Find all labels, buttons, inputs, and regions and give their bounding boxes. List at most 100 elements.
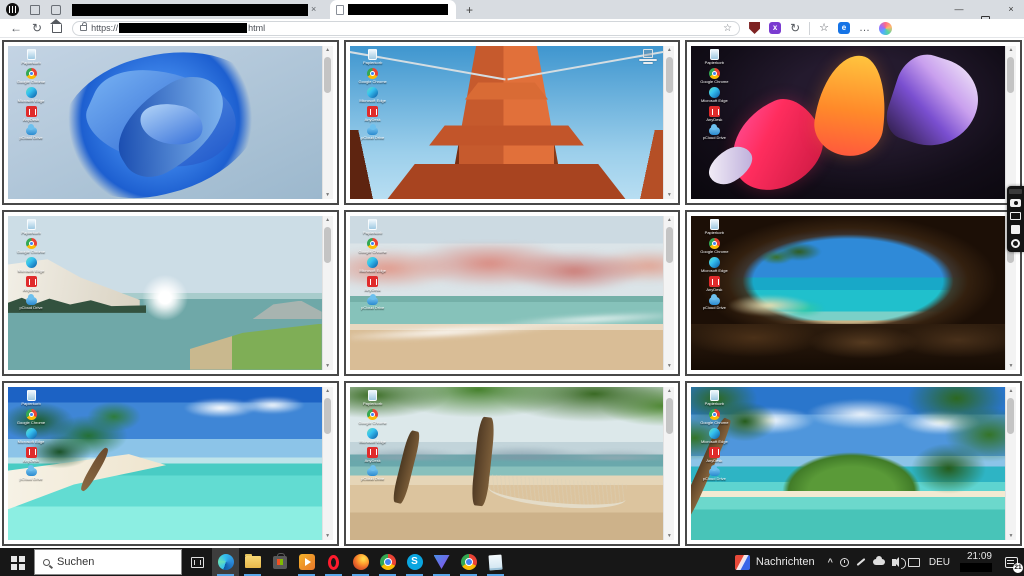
tab-actions-icon[interactable] [51, 5, 61, 15]
extension-icon[interactable]: x [769, 22, 781, 34]
desktop-icon-edge[interactable]: Microsoft Edge [12, 428, 50, 444]
taskbar-app-edge[interactable] [212, 548, 239, 576]
start-button[interactable] [0, 548, 34, 576]
desktop-icon-anydesk[interactable]: AnyDesk [12, 447, 50, 463]
volume-icon[interactable] [892, 559, 896, 566]
cell-scrollbar[interactable]: ▲▼ [322, 387, 333, 540]
scroll-up-icon[interactable]: ▲ [667, 216, 672, 224]
scrollbar-thumb[interactable] [324, 398, 331, 434]
home-button[interactable] [52, 24, 62, 33]
taskbar-app-microsoft-store[interactable] [266, 548, 293, 576]
scrollbar-thumb[interactable] [666, 227, 673, 263]
desktop-icon-chrome[interactable]: Google Chrome [354, 409, 392, 425]
desktop-icon-edge[interactable]: Microsoft Edge [695, 257, 733, 273]
scroll-down-icon[interactable]: ▼ [667, 532, 672, 540]
desktop-cell-mountain-lake-sunrise[interactable]: PapierkorbGoogle ChromeMicrosoft EdgeAny… [2, 210, 339, 375]
desktop-cell-hammock-palms-beach[interactable]: PapierkorbGoogle ChromeMicrosoft EdgeAny… [344, 381, 681, 546]
action-center-button[interactable]: 21 [998, 548, 1024, 576]
scrollbar-track[interactable] [323, 54, 333, 191]
scroll-down-icon[interactable]: ▼ [1009, 532, 1014, 540]
desktop-icon-pcloud[interactable]: pCloud Drive [12, 295, 50, 310]
desktop-cell-dark-abstract-ribbons[interactable]: PapierkorbGoogle ChromeMicrosoft EdgeAny… [685, 40, 1022, 205]
refresh-button[interactable]: ↻ [32, 22, 42, 34]
address-bar[interactable]: https:// html ☆ [72, 21, 740, 36]
scrollbar-thumb[interactable] [666, 57, 673, 93]
window-icon[interactable] [1011, 225, 1020, 234]
scrollbar-thumb[interactable] [324, 227, 331, 263]
cell-scrollbar[interactable]: ▲▼ [663, 387, 674, 540]
scrollbar-track[interactable] [323, 224, 333, 361]
desktop-icon-chrome[interactable]: Google Chrome [12, 68, 50, 84]
desktop-icon-edge[interactable]: Microsoft Edge [354, 257, 392, 273]
tray-clock-icon[interactable] [840, 558, 849, 567]
taskbar-app-notes[interactable] [482, 548, 509, 576]
scroll-down-icon[interactable]: ▼ [1009, 362, 1014, 370]
desktop-cell-palms-green-island[interactable]: PapierkorbGoogle ChromeMicrosoft EdgeAny… [685, 381, 1022, 546]
desktop-cell-cave-tropical-bay[interactable]: PapierkorbGoogle ChromeMicrosoft EdgeAny… [685, 210, 1022, 375]
desktop-icon-anydesk[interactable]: AnyDesk [12, 276, 50, 292]
desktop-icon-chrome[interactable]: Google Chrome [695, 68, 733, 84]
scrollbar-thumb[interactable] [1007, 398, 1014, 434]
sidebar-icon[interactable]: e [838, 22, 850, 34]
desktop-icon-pcloud[interactable]: pCloud Drive [354, 466, 392, 481]
scroll-down-icon[interactable]: ▼ [667, 191, 672, 199]
copilot-icon[interactable] [879, 22, 892, 35]
scroll-down-icon[interactable]: ▼ [325, 191, 330, 199]
desktop-cell-golden-gate-bridge[interactable]: PapierkorbGoogle ChromeMicrosoft EdgeAny… [344, 40, 681, 205]
capture-toolbar-handle[interactable] [1009, 189, 1022, 194]
scrollbar-track[interactable] [664, 54, 674, 191]
scroll-up-icon[interactable]: ▲ [667, 387, 672, 395]
desktop-icon-edge[interactable]: Microsoft Edge [695, 87, 733, 103]
favorite-star-icon[interactable]: ☆ [723, 23, 732, 34]
desktop-icon-recycle-bin[interactable]: Papierkorb [695, 219, 733, 235]
desktop-icon-pcloud[interactable]: pCloud Drive [695, 295, 733, 310]
rotate-extension-icon[interactable]: ↻ [790, 22, 800, 34]
desktop-icon-recycle-bin[interactable]: Papierkorb [12, 49, 50, 65]
scrollbar-track[interactable] [664, 395, 674, 532]
language-indicator[interactable]: DEU [925, 557, 954, 568]
desktop-icon-edge[interactable]: Microsoft Edge [354, 87, 392, 103]
onedrive-icon[interactable] [873, 559, 885, 565]
taskbar-app-skype[interactable]: S [401, 548, 428, 576]
tray-chevron-icon[interactable]: ^ [828, 558, 833, 567]
scroll-up-icon[interactable]: ▲ [325, 387, 330, 395]
collections-icon[interactable]: ☆ [819, 23, 829, 34]
more-menu-icon[interactable]: … [859, 26, 870, 30]
desktop-icon-anydesk[interactable]: AnyDesk [354, 276, 392, 292]
desktop-icon-anydesk[interactable]: AnyDesk [695, 447, 733, 463]
taskbar-clock[interactable]: 21:09 [954, 552, 998, 572]
taskbar-app-chrome-secondary[interactable] [455, 548, 482, 576]
desktop-icon-chrome[interactable]: Google Chrome [695, 409, 733, 425]
scroll-down-icon[interactable]: ▼ [325, 362, 330, 370]
desktop-icon-pcloud[interactable]: pCloud Drive [354, 125, 392, 140]
taskbar-app-triangle-app[interactable] [428, 548, 455, 576]
desktop-icon-pcloud[interactable]: pCloud Drive [695, 466, 733, 481]
browser-profile-avatar[interactable] [6, 3, 19, 16]
desktop-corner-icon[interactable] [639, 49, 657, 64]
desktop-icon-pcloud[interactable]: pCloud Drive [12, 466, 50, 481]
desktop-icon-pcloud[interactable]: pCloud Drive [354, 295, 392, 310]
camera-icon[interactable] [1010, 199, 1021, 207]
back-button[interactable]: ← [10, 22, 22, 34]
desktop-icon-recycle-bin[interactable]: Papierkorb [695, 49, 733, 65]
scrollbar-track[interactable] [323, 395, 333, 532]
desktop-icon-edge[interactable]: Microsoft Edge [695, 428, 733, 444]
scrollbar-track[interactable] [1006, 54, 1016, 191]
desktop-cell-windows-11-bloom[interactable]: PapierkorbGoogle ChromeMicrosoft EdgeAny… [2, 40, 339, 205]
taskbar-app-opera[interactable] [320, 548, 347, 576]
scrollbar-track[interactable] [664, 224, 674, 361]
taskbar-app-chrome[interactable] [374, 548, 401, 576]
scrollbar-thumb[interactable] [1007, 57, 1014, 93]
scroll-up-icon[interactable]: ▲ [325, 46, 330, 54]
display-icon[interactable] [1010, 212, 1021, 220]
scroll-down-icon[interactable]: ▼ [325, 532, 330, 540]
workspaces-icon[interactable] [30, 5, 40, 15]
gear-icon[interactable] [1011, 239, 1020, 248]
task-view-button[interactable] [182, 548, 212, 576]
network-display-icon[interactable] [908, 558, 920, 567]
scroll-up-icon[interactable]: ▲ [1009, 387, 1014, 395]
scroll-down-icon[interactable]: ▼ [667, 362, 672, 370]
cell-scrollbar[interactable]: ▲▼ [322, 216, 333, 369]
desktop-icon-recycle-bin[interactable]: Papierkorb [354, 49, 392, 65]
desktop-icon-chrome[interactable]: Google Chrome [354, 68, 392, 84]
